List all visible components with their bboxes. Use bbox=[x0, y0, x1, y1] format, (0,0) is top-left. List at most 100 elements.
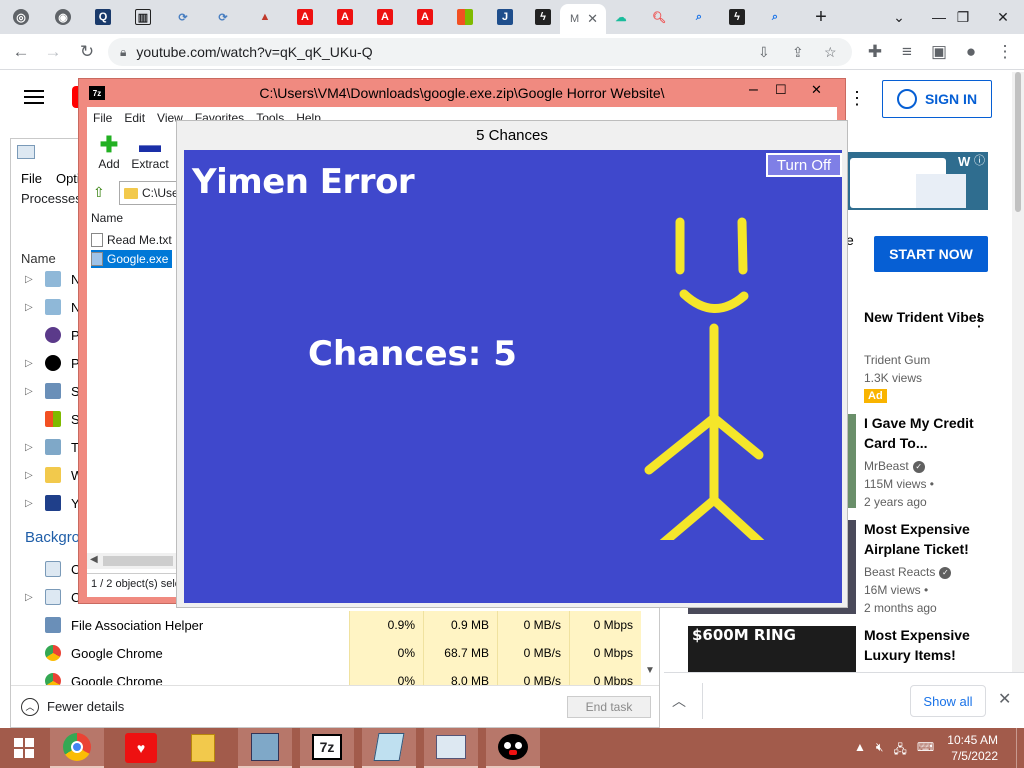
tab-17[interactable]: 🔍︎ bbox=[644, 4, 674, 30]
show-desktop-button[interactable] bbox=[1016, 728, 1024, 768]
tab-5[interactable]: ⟳ bbox=[168, 4, 198, 30]
maximize-button[interactable]: ☐ bbox=[775, 82, 787, 98]
tab-10[interactable]: A bbox=[370, 4, 400, 30]
taskbar-app-files[interactable] bbox=[176, 728, 230, 768]
scroll-left-icon[interactable]: ◀ bbox=[90, 554, 98, 565]
taskbar-app-setup[interactable] bbox=[238, 728, 292, 768]
tab-4[interactable]: ▥ bbox=[128, 4, 158, 30]
close-tab-icon[interactable]: ✕ bbox=[587, 11, 598, 27]
taskbar-notepad[interactable] bbox=[362, 728, 416, 768]
video-channel[interactable]: Beast Reacts bbox=[864, 565, 935, 579]
video-thumbnail[interactable]: $600M RING bbox=[688, 626, 856, 672]
video-title[interactable]: I Gave My Credit Card To... bbox=[864, 413, 994, 453]
taskbar-taskmanager[interactable] bbox=[424, 728, 478, 768]
minimize-button[interactable]: – bbox=[749, 81, 758, 99]
tab-1[interactable]: ◎ bbox=[6, 4, 36, 30]
extensions-button[interactable]: ✚ bbox=[862, 39, 888, 65]
new-tab-button[interactable]: + bbox=[806, 4, 836, 30]
video-title[interactable]: Most Expensive Luxury Items! bbox=[864, 625, 994, 665]
tab-20[interactable]: ⌕ bbox=[760, 4, 790, 30]
expand-icon[interactable]: ▷ bbox=[25, 386, 35, 397]
expand-icon[interactable]: ▷ bbox=[25, 592, 35, 603]
chrome-menu-button[interactable]: ⋮ bbox=[992, 39, 1018, 65]
menu-file[interactable]: File bbox=[93, 111, 112, 125]
taskbar-chrome[interactable] bbox=[50, 728, 104, 768]
tab-14[interactable]: ϟ bbox=[528, 4, 558, 30]
tab-7[interactable]: ▲ bbox=[250, 4, 280, 30]
menu-edit[interactable]: Edit bbox=[124, 111, 145, 125]
chevron-up-icon[interactable]: ︿ bbox=[672, 691, 686, 711]
file-item[interactable]: Read Me.txt bbox=[91, 231, 176, 249]
video-title[interactable]: New Trident Vibes bbox=[864, 307, 994, 327]
path-field[interactable]: C:\Users bbox=[119, 181, 179, 205]
process-list-scrollbar[interactable]: ▼ bbox=[641, 609, 659, 685]
chevron-up-icon[interactable]: ▲ bbox=[854, 740, 866, 761]
tab-processes[interactable]: Processes bbox=[21, 191, 82, 206]
taskbar-7zip[interactable]: 7z bbox=[300, 728, 354, 768]
speaker-muted-icon[interactable]: 🔇︎ bbox=[876, 740, 884, 761]
column-name-header[interactable]: Name bbox=[21, 251, 56, 266]
sign-in-button[interactable]: SIGN IN bbox=[882, 80, 992, 118]
fewer-details-link[interactable]: Fewer details bbox=[47, 699, 124, 714]
extract-button[interactable]: ▬ Extract bbox=[127, 133, 173, 172]
forward-button[interactable]: → bbox=[40, 39, 66, 65]
tab-3[interactable]: Q bbox=[88, 4, 118, 30]
bookmark-star-icon[interactable]: ☆ bbox=[824, 44, 837, 61]
close-icon[interactable]: ✕ bbox=[998, 689, 1011, 709]
video-channel[interactable]: Trident Gum bbox=[864, 351, 930, 369]
page-scrollbar[interactable] bbox=[1012, 72, 1024, 712]
tab-9[interactable]: A bbox=[330, 4, 360, 30]
menu-icon[interactable] bbox=[24, 86, 48, 110]
tab-2[interactable]: ◉ bbox=[48, 4, 78, 30]
video-channel[interactable]: MrBeast bbox=[864, 459, 909, 473]
file-item-selected[interactable]: Google.exe bbox=[91, 250, 173, 268]
taskbar-penguin-app[interactable] bbox=[486, 728, 540, 768]
column-name-header[interactable]: Name bbox=[91, 211, 123, 225]
tab-19[interactable]: ϟ bbox=[722, 4, 752, 30]
scrollbar-thumb[interactable] bbox=[1015, 72, 1021, 212]
end-task-button[interactable]: End task bbox=[567, 696, 651, 718]
expand-icon[interactable]: ▷ bbox=[25, 470, 35, 481]
scroll-down-icon[interactable]: ▼ bbox=[645, 665, 655, 676]
add-button[interactable]: ✚ Add bbox=[87, 133, 131, 172]
network-icon[interactable]: 🖧︎ bbox=[893, 740, 906, 761]
tab-16[interactable]: ☁ bbox=[606, 4, 636, 30]
up-folder-icon[interactable]: ⇧ bbox=[93, 184, 111, 202]
start-button[interactable] bbox=[0, 728, 48, 768]
reload-button[interactable]: ↻ bbox=[74, 39, 100, 65]
tab-6[interactable]: ⟳ bbox=[208, 4, 238, 30]
address-bar[interactable]: 🔒︎ youtube.com/watch?v=qK_qK_UKu-Q ⇩ ⇪ ☆ bbox=[108, 38, 852, 66]
expand-icon[interactable]: ▷ bbox=[25, 302, 35, 313]
start-now-button[interactable]: START NOW bbox=[874, 236, 988, 272]
expand-icon[interactable]: ▷ bbox=[25, 442, 35, 453]
ad-thumbnail[interactable]: W bbox=[846, 152, 988, 210]
show-all-button[interactable]: Show all bbox=[910, 685, 986, 717]
media-button[interactable]: ≡ bbox=[894, 39, 920, 65]
tab-11[interactable]: A bbox=[410, 4, 440, 30]
horizontal-scrollbar[interactable]: ◀ bbox=[87, 553, 183, 569]
back-button[interactable]: ← bbox=[8, 39, 34, 65]
close-button[interactable]: ✕ bbox=[811, 82, 822, 98]
tab-8[interactable]: A bbox=[290, 4, 320, 30]
close-window-button[interactable]: ✕ bbox=[980, 0, 1024, 34]
expand-icon[interactable]: ▷ bbox=[25, 274, 35, 285]
menu-file[interactable]: File bbox=[21, 171, 42, 186]
turn-off-button[interactable]: Turn Off bbox=[766, 153, 842, 177]
expand-icon[interactable]: ▷ bbox=[25, 358, 35, 369]
share-icon[interactable]: ⇪ bbox=[792, 44, 804, 61]
install-icon[interactable]: ⇩ bbox=[758, 44, 770, 61]
keyboard-icon[interactable]: ⌨ bbox=[917, 740, 934, 761]
tab-12[interactable] bbox=[450, 4, 480, 30]
taskbar-app-wall[interactable]: ♥ bbox=[114, 728, 168, 768]
expand-icon[interactable]: ▷ bbox=[25, 498, 35, 509]
more-options-icon[interactable]: ⋮ bbox=[848, 88, 866, 109]
process-row[interactable]: ▷Ta bbox=[25, 433, 85, 461]
process-row[interactable]: Google Chrome bbox=[25, 667, 163, 685]
process-row[interactable]: Google Chrome bbox=[25, 639, 163, 667]
process-row[interactable]: File Association Helper bbox=[25, 611, 203, 639]
info-icon[interactable]: ⓘ bbox=[974, 152, 985, 168]
clock[interactable]: 10:45 AM 7/5/2022 bbox=[947, 732, 998, 764]
tab-13[interactable]: J bbox=[490, 4, 520, 30]
tab-active[interactable]: M ✕ bbox=[560, 4, 606, 34]
tab-18[interactable]: ⌕ bbox=[684, 4, 714, 30]
